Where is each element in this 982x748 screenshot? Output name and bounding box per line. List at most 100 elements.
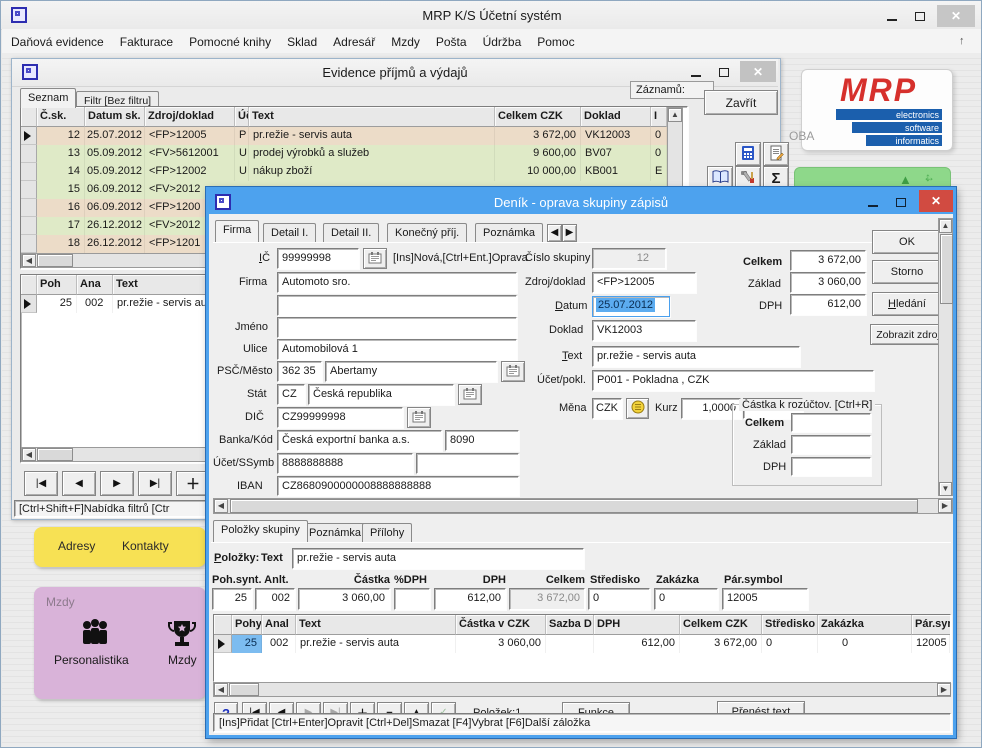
iban-field[interactable]: CZ8680900000008888888888 — [277, 476, 519, 496]
edit-poh-field[interactable]: 25 — [212, 588, 252, 610]
ok-button[interactable]: OK — [872, 230, 942, 254]
items-col-stredisko[interactable]: Středisko — [762, 615, 818, 635]
edit-dph-field[interactable]: 612,00 — [434, 588, 506, 610]
rozuctov-celkem-field[interactable] — [791, 413, 871, 432]
items-col-pohy[interactable]: Pohy — [232, 615, 262, 635]
ic-lookup-button[interactable] — [363, 248, 387, 269]
scroll-right-icon[interactable]: ▶ — [937, 683, 951, 696]
zdroj-doklad-field[interactable]: <FP>12005 — [592, 272, 696, 293]
nav-prev-button[interactable]: ◀ — [62, 471, 96, 496]
menu-overflow-up-icon[interactable]: ↑ — [959, 35, 965, 47]
scroll-left-icon[interactable]: ◀ — [22, 448, 36, 461]
adresy-link[interactable]: Adresy — [58, 539, 95, 553]
trophy-icon[interactable] — [168, 619, 196, 652]
dialog-close-icon[interactable]: ✕ — [919, 190, 953, 212]
edit-zakazka-field[interactable]: 0 — [654, 588, 718, 610]
scroll-up-icon[interactable]: ▲ — [668, 108, 682, 122]
scroll-down-icon[interactable]: ▼ — [939, 482, 952, 496]
psc-field[interactable]: 362 35 — [277, 361, 322, 382]
nav-last-button[interactable]: ▶| — [138, 471, 172, 496]
tab-scroll-right-icon[interactable]: ▶ — [562, 224, 577, 242]
dialog-minimize-icon[interactable] — [861, 194, 885, 210]
nav-add-button[interactable]: ＋ — [176, 471, 210, 496]
menu-pomocne-knihy[interactable]: Pomocné knihy — [189, 35, 271, 49]
doklad-field[interactable]: VK12003 — [592, 320, 696, 341]
menu-sklad[interactable]: Sklad — [287, 35, 317, 49]
menu-udrzba[interactable]: Údržba — [483, 35, 522, 49]
stat-field[interactable]: Česká republika — [308, 384, 454, 405]
col-csk[interactable]: Č.sk. — [37, 107, 85, 127]
items-table-row[interactable]: 25 002 pr.režie - servis auta 3 060,00 6… — [214, 635, 950, 653]
mesto-lookup-button[interactable] — [501, 361, 525, 382]
edit-stredisko-field[interactable]: 0 — [588, 588, 650, 610]
polozky-text-field[interactable]: pr.režie - servis auta — [292, 548, 584, 569]
zobrazit-zdroj-button[interactable]: Zobrazit zdroj — [870, 324, 946, 345]
table-row[interactable]: 14 05.09.2012 <FP>12002 U nákup zboží 10… — [21, 163, 667, 181]
text-field[interactable]: pr.režie - servis auta — [592, 346, 800, 367]
menu-fakturace[interactable]: Fakturace — [120, 35, 173, 49]
banka-field[interactable]: Česká exportní banka a.s. — [277, 430, 442, 451]
col-uc[interactable]: Úč — [235, 107, 249, 127]
document-edit-icon-button[interactable] — [763, 142, 789, 166]
close-icon[interactable]: ✕ — [937, 5, 975, 27]
maximize-icon[interactable] — [907, 7, 933, 25]
tab-detail2[interactable]: Detail II. — [323, 223, 379, 242]
minimize-icon[interactable] — [879, 7, 905, 25]
datum-field[interactable]: 25.07.2012 — [592, 296, 670, 317]
col-celkem[interactable]: Celkem CZK — [495, 107, 581, 127]
tab-poznamka[interactable]: Poznámka — [475, 223, 543, 242]
menu-pomoc[interactable]: Pomoc — [537, 35, 574, 49]
items-col-zakazka[interactable]: Zakázka — [818, 615, 912, 635]
hscroll-thumb[interactable] — [229, 683, 259, 696]
scroll-left-icon[interactable]: ◀ — [214, 683, 228, 696]
hledani-button[interactable]: Hledání — [872, 292, 942, 316]
items-col-sazba[interactable]: Sazba D — [546, 615, 594, 635]
items-hscrollbar[interactable]: ◀ ▶ — [213, 682, 951, 697]
dic-lookup-button[interactable] — [407, 407, 431, 428]
table-row[interactable]: 12 25.07.2012 <FP>12005 P pr.režie - ser… — [21, 127, 667, 145]
tab-poznamka-lower[interactable]: Poznámka — [301, 523, 369, 542]
items-col-castka[interactable]: Částka v CZK — [456, 615, 546, 635]
ucet-pokl-field[interactable]: P001 - Pokladna , CZK — [592, 370, 874, 391]
edit-pdph-field[interactable] — [394, 588, 430, 610]
menu-mzdy[interactable]: Mzdy — [391, 35, 420, 49]
ulice-field[interactable]: Automobilová 1 — [277, 339, 517, 360]
scroll-up-icon[interactable]: ▲ — [939, 219, 952, 233]
evidence-close-icon[interactable]: ✕ — [740, 61, 776, 82]
tab-firma[interactable]: Firma — [215, 220, 259, 242]
scroll-left-icon[interactable]: ◀ — [214, 499, 228, 513]
jmeno-field[interactable] — [277, 317, 517, 338]
ucet-field[interactable]: 8888888888 — [277, 453, 413, 474]
tab-prilohy[interactable]: Přílohy — [362, 523, 412, 542]
mena-field[interactable]: CZK — [592, 398, 622, 419]
col-doklad[interactable]: Doklad — [581, 107, 651, 127]
kontakty-link[interactable]: Kontakty — [122, 539, 169, 553]
rozuctov-zaklad-field[interactable] — [791, 435, 871, 454]
hscroll-thumb[interactable] — [37, 254, 73, 267]
mzdy-link[interactable]: Mzdy — [168, 653, 197, 667]
evidence-maximize-icon[interactable] — [712, 64, 736, 80]
scroll-left-icon[interactable]: ◀ — [22, 254, 36, 267]
dialog-maximize-icon[interactable] — [889, 194, 913, 210]
calculator-icon-button[interactable] — [735, 142, 761, 166]
items-col-dph[interactable]: DPH — [594, 615, 680, 635]
tab-polozky-skupiny[interactable]: Položky skupiny — [213, 520, 308, 542]
firma-field[interactable]: Automoto sro. — [277, 272, 517, 293]
col-zdroj[interactable]: Zdroj/doklad — [145, 107, 235, 127]
up-arrow-icon[interactable]: ▲ — [899, 172, 912, 187]
detail-col-ana[interactable]: Ana — [77, 275, 113, 295]
storno-button[interactable]: Storno — [872, 260, 942, 284]
items-col-anal[interactable]: Anal — [262, 615, 296, 635]
currency-button[interactable] — [626, 398, 649, 419]
nav-first-button[interactable]: |◀ — [24, 471, 58, 496]
detail-col-poh[interactable]: Poh — [37, 275, 77, 295]
items-col-celkem[interactable]: Celkem CZK — [680, 615, 762, 635]
items-col-par[interactable]: Pár.sym — [912, 615, 950, 635]
items-col-text[interactable]: Text — [296, 615, 456, 635]
kod-field[interactable]: 8090 — [445, 430, 519, 451]
dic-field[interactable]: CZ99999998 — [277, 407, 403, 428]
people-icon[interactable] — [78, 619, 112, 652]
col-datum[interactable]: Datum sk. — [85, 107, 145, 127]
close-evidence-button[interactable]: Zavřít — [704, 90, 778, 115]
tab-detail1[interactable]: Detail I. — [263, 223, 316, 242]
